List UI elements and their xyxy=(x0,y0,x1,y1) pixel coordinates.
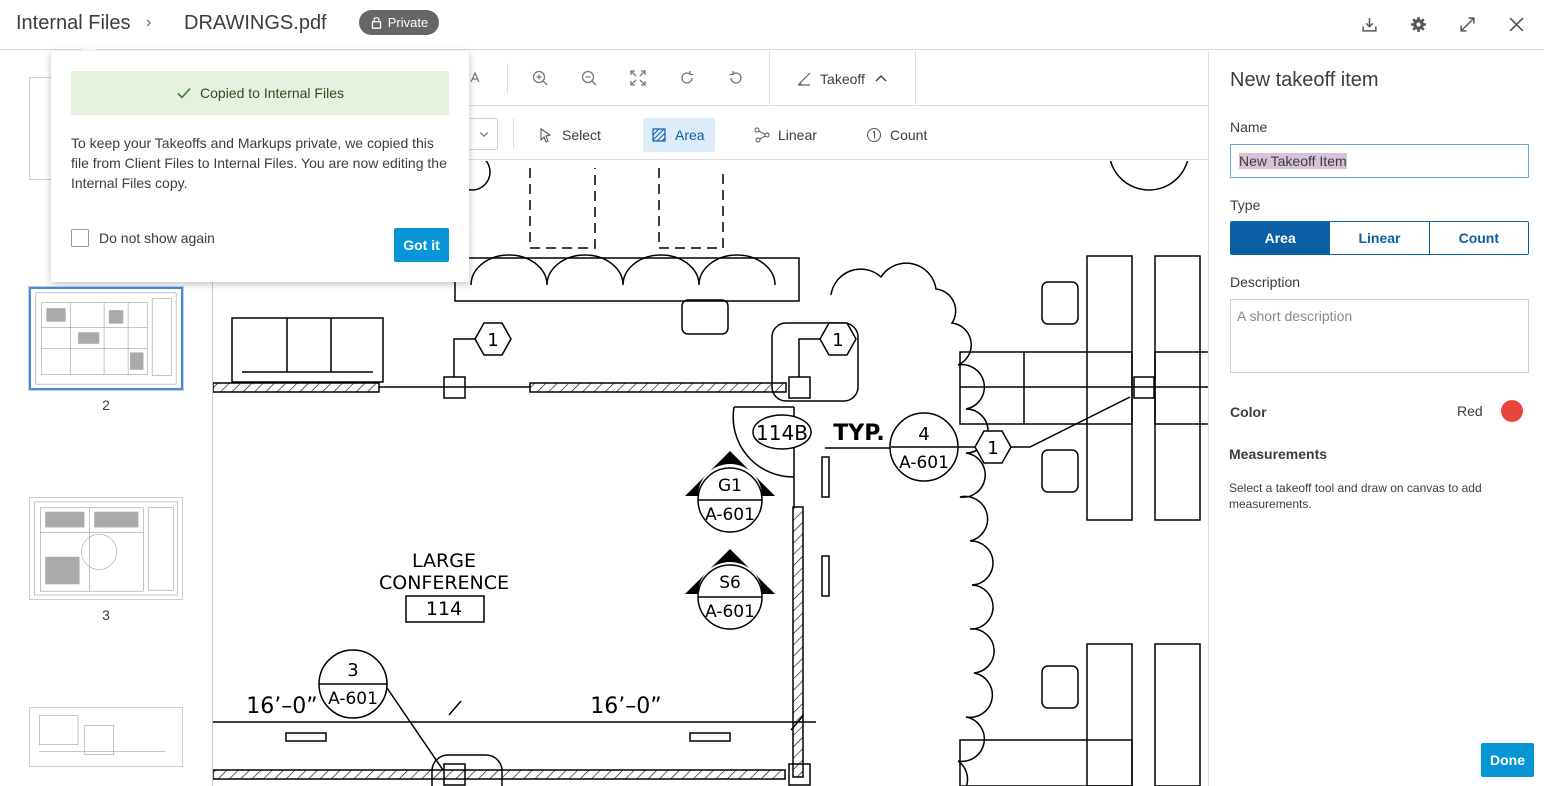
area-tool-label: Area xyxy=(675,127,705,143)
download-icon[interactable] xyxy=(1358,13,1380,35)
typ-label: TYP. xyxy=(833,421,884,446)
select-tool-button[interactable]: Select xyxy=(530,118,609,152)
color-label: Color xyxy=(1230,404,1267,420)
file-title: DRAWINGS.pdf xyxy=(184,12,327,34)
zoom-in-icon[interactable] xyxy=(530,68,550,88)
area-tool-button[interactable]: Area xyxy=(643,118,715,152)
zoom-out-icon[interactable] xyxy=(579,68,599,88)
tab-takeoff[interactable]: Takeoff xyxy=(769,51,916,106)
got-it-button[interactable]: Got it xyxy=(394,228,449,262)
name-label: Name xyxy=(1230,119,1268,135)
type-linear-button[interactable]: Linear xyxy=(1329,222,1428,254)
thumbnail-label-2: 2 xyxy=(102,397,110,413)
success-banner-text: Copied to Internal Files xyxy=(200,85,344,101)
expand-icon[interactable] xyxy=(1456,13,1478,35)
count-tool-button[interactable]: Count xyxy=(858,118,935,152)
description-field[interactable]: A short description xyxy=(1230,299,1529,373)
type-count-button[interactable]: Count xyxy=(1428,222,1528,254)
color-value: Red xyxy=(1457,403,1483,419)
do-not-show-label[interactable]: Do not show again xyxy=(99,230,215,246)
description-label: Description xyxy=(1230,274,1301,290)
linear-icon xyxy=(754,127,770,143)
section-sheet-a601: A-601 xyxy=(899,453,949,473)
area-icon xyxy=(652,128,666,142)
chevron-up-icon xyxy=(875,74,887,82)
keynote-tag-1: 1 xyxy=(487,330,498,351)
measurements-hint: Select a takeoff tool and draw on canvas… xyxy=(1229,481,1482,511)
toolbar-divider xyxy=(513,118,514,148)
success-banner: Copied to Internal Files xyxy=(71,71,449,115)
thumbnail-page-4[interactable] xyxy=(29,707,183,767)
room-name-line-1: LARGE xyxy=(412,550,476,572)
room-name-line-2: CONFERENCE xyxy=(379,572,509,594)
chevron-down-icon xyxy=(479,132,488,138)
tab-takeoff-label: Takeoff xyxy=(820,70,865,87)
name-input[interactable]: New Takeoff Item xyxy=(1230,144,1529,178)
top-bar: Internal Files › DRAWINGS.pdf Private xyxy=(0,0,1544,50)
private-badge-label: Private xyxy=(387,15,429,30)
detail-tag-s6: S6 xyxy=(719,573,741,593)
rotate-ccw-icon[interactable] xyxy=(726,68,746,88)
section-tag-4: 4 xyxy=(918,424,929,445)
keynote-tag-3: 1 xyxy=(987,438,998,459)
lock-icon xyxy=(371,16,381,29)
type-label: Type xyxy=(1230,197,1261,213)
popup-message: To keep your Takeoffs and Markups privat… xyxy=(71,135,447,191)
fit-icon[interactable] xyxy=(628,68,648,88)
dimension-left: 16’–0” xyxy=(246,694,317,719)
keynote-tag-2: 1 xyxy=(832,330,843,351)
elevation-tag-3: 3 xyxy=(347,660,358,681)
name-input-value: New Takeoff Item xyxy=(1239,153,1347,169)
detail-sheet-a601-1: A-601 xyxy=(705,505,755,525)
thumbnail-page-3[interactable] xyxy=(29,497,183,600)
panel-title: New takeoff item xyxy=(1230,69,1379,91)
takeoff-icon xyxy=(797,72,811,86)
checkmark-icon xyxy=(177,87,191,99)
new-takeoff-panel: New takeoff item Name New Takeoff Item T… xyxy=(1208,51,1544,786)
rotate-cw-icon[interactable] xyxy=(677,68,697,88)
takeoff-item-dropdown[interactable] xyxy=(470,118,498,150)
count-icon xyxy=(867,128,881,142)
detail-tag-g1: G1 xyxy=(718,476,742,496)
breadcrumb-internal-files[interactable]: Internal Files xyxy=(16,12,131,35)
detail-sheet-a601-2: A-601 xyxy=(705,602,755,622)
measurements-label: Measurements xyxy=(1229,446,1328,462)
gear-icon[interactable] xyxy=(1407,13,1429,35)
thumbnail-label-3: 3 xyxy=(102,607,110,623)
toolbar-divider xyxy=(507,63,508,93)
linear-tool-button[interactable]: Linear xyxy=(746,118,825,152)
dimension-right: 16’–0” xyxy=(590,694,661,719)
private-badge: Private xyxy=(359,10,439,35)
breadcrumb-separator: › xyxy=(146,14,152,31)
done-button[interactable]: Done xyxy=(1481,743,1534,777)
type-selector: Area Linear Count xyxy=(1230,221,1529,255)
count-tool-label: Count xyxy=(890,127,928,143)
do-not-show-checkbox[interactable] xyxy=(71,229,89,247)
close-icon[interactable] xyxy=(1505,13,1527,35)
linear-tool-label: Linear xyxy=(778,127,817,143)
elevation-sheet-a601: A-601 xyxy=(328,689,378,709)
copied-file-popover: Copied to Internal Files To keep your Ta… xyxy=(51,51,469,282)
color-swatch[interactable] xyxy=(1501,400,1523,422)
type-area-button[interactable]: Area xyxy=(1231,222,1330,254)
popup-pointer xyxy=(80,42,98,51)
room-number: 114 xyxy=(426,598,462,620)
room-tag-114b: 114B xyxy=(756,421,808,445)
select-tool-label: Select xyxy=(562,127,601,143)
cursor-icon xyxy=(540,127,552,143)
thumbnail-page-2[interactable] xyxy=(29,287,183,390)
